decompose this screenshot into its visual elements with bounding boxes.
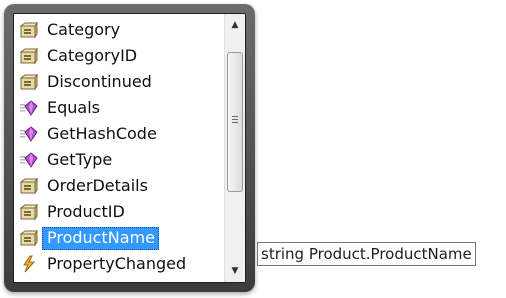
- scroll-down-button[interactable]: ▼: [225, 261, 245, 281]
- scrollbar-thumb[interactable]: [227, 52, 243, 192]
- list-item[interactable]: PropertyChanged: [16, 251, 190, 277]
- property-icon: [16, 175, 42, 197]
- scroll-up-button[interactable]: ▲: [225, 15, 245, 35]
- method-icon: [16, 149, 42, 171]
- grip-icon: [232, 116, 238, 124]
- list-item[interactable]: Category: [16, 17, 124, 43]
- tooltip-text: string Product.ProductName: [261, 245, 472, 263]
- list-item-label: GetHashCode: [47, 123, 157, 143]
- scroll-up-icon: ▲: [231, 20, 239, 30]
- vertical-scrollbar[interactable]: ▲ ▼: [224, 14, 245, 282]
- event-icon: [16, 253, 42, 275]
- list-item-selected[interactable]: ProductName: [16, 225, 159, 251]
- list-item-label: GetType: [47, 149, 113, 169]
- property-icon: [16, 227, 42, 249]
- list-item-label: OrderDetails: [47, 175, 148, 195]
- scroll-down-icon: ▼: [231, 266, 239, 276]
- property-icon: [16, 45, 42, 67]
- list-item[interactable]: CategoryID: [16, 43, 141, 69]
- list-item[interactable]: ProductID: [16, 199, 129, 225]
- list-item[interactable]: GetHashCode: [16, 121, 161, 147]
- intellisense-popup: Category CategoryID Discontinued Equals: [4, 4, 255, 292]
- list-item-label: ProductName: [42, 226, 159, 250]
- list-item[interactable]: Discontinued: [16, 69, 156, 95]
- completion-list-container: Category CategoryID Discontinued Equals: [13, 13, 246, 283]
- method-icon: [16, 97, 42, 119]
- list-item-label: Category: [47, 19, 121, 39]
- list-item-label: ProductID: [47, 201, 125, 221]
- method-icon: [16, 123, 42, 145]
- completion-list[interactable]: Category CategoryID Discontinued Equals: [14, 14, 224, 282]
- list-item[interactable]: GetType: [16, 147, 116, 173]
- list-item[interactable]: OrderDetails: [16, 173, 152, 199]
- property-icon: [16, 19, 42, 41]
- member-tooltip: string Product.ProductName: [257, 242, 476, 266]
- list-item[interactable]: Equals: [16, 95, 104, 121]
- property-icon: [16, 71, 42, 93]
- list-item-label: PropertyChanged: [47, 253, 187, 273]
- list-item-label: CategoryID: [47, 45, 138, 65]
- list-item-label: Discontinued: [47, 71, 152, 91]
- property-icon: [16, 201, 42, 223]
- list-item-label: Equals: [47, 97, 100, 117]
